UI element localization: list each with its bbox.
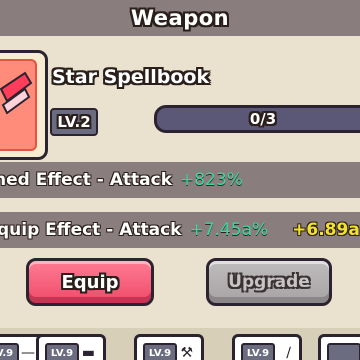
item-name: Star Spellbook — [52, 66, 210, 88]
owned-effect-label: ned Effect - Attack — [0, 170, 172, 190]
upgrade-button-label: Upgrade — [228, 272, 310, 292]
page-title: Weapon — [130, 6, 230, 30]
spellbook-icon — [0, 59, 37, 151]
level-label: LV.2 — [57, 113, 91, 131]
level-badge: LV.2 — [50, 108, 98, 136]
weapon-list-item[interactable]: LV.9 ▬ — [36, 334, 106, 360]
wand-icon: ∕ — [286, 345, 291, 360]
spellbook-icon-graphic — [0, 71, 33, 115]
weapon-level-badge: LV.9 — [143, 343, 177, 360]
equip-effect-value: +7.45a% — [189, 220, 269, 240]
level-progress-text: 0/3 — [249, 110, 277, 128]
staff-icon: ▬ — [81, 345, 95, 360]
equip-button-label: Equip — [61, 271, 119, 293]
weapon-list-item[interactable]: LV.9 ∕ — [232, 334, 302, 360]
weapon-level-badge: LV.9 — [0, 343, 19, 360]
equip-button[interactable]: Equip — [26, 258, 154, 306]
weapon-list-item[interactable] — [318, 334, 360, 360]
weapon-list: LV.9 — LV.9 ▬ LV.9 ⚒ LV.9 ∕ — [0, 328, 360, 360]
equip-effect-label: quip Effect - Attack — [0, 220, 182, 240]
level-progress-bar: 0/3 — [154, 105, 360, 133]
owned-effect-value: +823% — [180, 170, 243, 190]
upgrade-button[interactable]: Upgrade — [206, 258, 332, 306]
weapon-level-badge — [327, 343, 360, 360]
weapon-level-badge: LV.9 — [45, 343, 79, 360]
title-bar: Weapon — [0, 0, 360, 36]
sword-icon: — — [21, 345, 35, 360]
weapon-list-item[interactable]: LV.9 ⚒ — [134, 334, 204, 360]
owned-effect-row: ned Effect - Attack +823% — [0, 162, 360, 198]
weapon-level-badge: LV.9 — [241, 343, 275, 360]
action-buttons: Equip Upgrade — [0, 248, 360, 320]
equip-effect-value-2: +6.89a — [292, 220, 360, 240]
item-panel — [0, 36, 360, 160]
pickaxe-icon: ⚒ — [180, 345, 193, 360]
equip-effect-row: quip Effect - Attack +7.45a% +6.89a — [0, 212, 360, 248]
item-icon-frame — [0, 50, 48, 160]
